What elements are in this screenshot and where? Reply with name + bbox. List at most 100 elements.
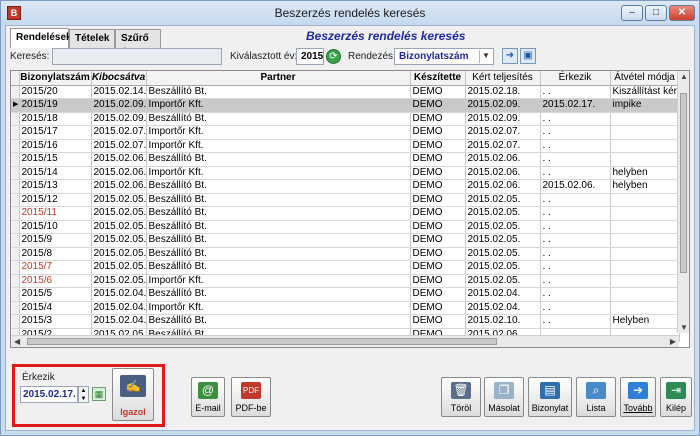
cell-atvetel-modja xyxy=(610,152,680,167)
row-indicator[interactable] xyxy=(11,112,20,126)
row-indicator[interactable] xyxy=(11,314,20,329)
spin-up-icon[interactable]: ▲ xyxy=(79,387,88,395)
cell-keszitette: DEMO xyxy=(410,179,466,194)
table-row[interactable]: 2015/17 2015.02.07. Importőr Kft. DEMO 2015.… xyxy=(11,125,680,140)
table-body: 2015/20 2015.02.14. Beszállító Bt. DEMO 2015… xyxy=(11,85,680,342)
scroll-right-icon[interactable]: ▶ xyxy=(670,337,676,346)
row-indicator[interactable] xyxy=(11,193,20,207)
column-header-atvetel-modja[interactable]: Átvétel módja xyxy=(610,71,680,86)
cell-kert-teljesites: 2015.02.05. xyxy=(465,260,541,275)
window-title: Beszerzés rendelés keresés xyxy=(274,6,426,20)
table-row[interactable]: 2015/11 2015.02.05. Beszállító Bt. DEMO 2015… xyxy=(11,206,680,221)
search-input[interactable] xyxy=(52,48,222,65)
row-indicator[interactable] xyxy=(11,301,20,315)
vertical-scroll-thumb[interactable] xyxy=(680,93,687,273)
table-row[interactable]: 2015/3 2015.02.04. Beszállító Bt. DEMO 2015.… xyxy=(11,314,680,329)
confirm-button[interactable]: ✍ Igazol xyxy=(112,368,154,421)
document-button[interactable]: ▤ Bizonylat xyxy=(528,377,572,417)
forward-button[interactable]: ➜ Tovább xyxy=(620,377,656,417)
close-button[interactable]: ✕ xyxy=(669,5,695,21)
row-indicator[interactable] xyxy=(11,85,20,99)
copy-button[interactable]: ❐ Másolat xyxy=(484,377,524,417)
table-row[interactable]: 2015/20 2015.02.14. Beszállító Bt. DEMO 2015… xyxy=(11,85,680,99)
delete-button[interactable]: 🗑 Töröl xyxy=(441,377,481,417)
pen-signature-icon: ✍ xyxy=(120,375,146,397)
scroll-down-icon[interactable]: ▼ xyxy=(680,323,688,332)
cell-bizonylatszam: 2015/18 xyxy=(19,112,92,126)
table-row[interactable]: 2015/15 2015.02.06. Beszállító Bt. DEMO 2015… xyxy=(11,152,680,167)
scroll-left-icon[interactable]: ◀ xyxy=(14,337,20,346)
column-header-kibocsatva[interactable]: Kibocsátva xyxy=(91,71,147,86)
cell-partner: Importőr Kft. xyxy=(146,125,411,140)
table-row[interactable]: 2015/18 2015.02.09. Beszállító Bt. DEMO 2015… xyxy=(11,112,680,126)
table-row[interactable]: 2015/6 2015.02.05. Importőr Kft. DEMO 2015.0… xyxy=(11,274,680,288)
maximize-button[interactable]: □ xyxy=(645,5,667,21)
row-indicator[interactable] xyxy=(11,260,20,275)
vertical-scrollbar[interactable]: ▲ ▼ xyxy=(677,71,689,333)
row-indicator[interactable] xyxy=(11,247,20,261)
sort-label: Rendezés: xyxy=(348,51,396,62)
row-indicator[interactable] xyxy=(11,125,20,140)
table-row[interactable]: ▶ 2015/19 2015.02.09. Importőr Kft. DEMO 2015… xyxy=(11,98,680,113)
exit-button[interactable]: ⇥ Kilép xyxy=(660,377,692,417)
minimize-button[interactable]: – xyxy=(621,5,643,21)
tab-rendelesek[interactable]: Rendelések xyxy=(10,28,72,48)
table-row[interactable]: 2015/5 2015.02.04. Beszállító Bt. DEMO 2015.… xyxy=(11,287,680,302)
horizontal-scrollbar[interactable]: ◀ ▶ xyxy=(11,335,679,347)
export-arrow-icon[interactable]: ➜ xyxy=(502,48,518,64)
cell-kibocsatva: 2015.02.05. xyxy=(91,233,147,248)
cell-kibocsatva: 2015.02.06. xyxy=(91,166,147,180)
cell-bizonylatszam: 2015/16 xyxy=(19,139,92,153)
row-indicator[interactable] xyxy=(11,179,20,194)
spin-down-icon[interactable]: ▼ xyxy=(79,395,88,403)
row-indicator[interactable] xyxy=(11,287,20,302)
table-row[interactable]: 2015/14 2015.02.06. Importőr Kft. DEMO 2015.… xyxy=(11,166,680,180)
cell-bizonylatszam: 2015/12 xyxy=(19,193,92,207)
calendar-icon[interactable]: ▦ xyxy=(92,387,106,401)
tab-szuro[interactable]: Szűrő ♁ xyxy=(115,29,161,55)
list-button[interactable]: ⌕ Lista xyxy=(576,377,616,417)
year-field[interactable]: 2015 xyxy=(296,48,324,65)
table-row[interactable]: 2015/13 2015.02.06. Beszállító Bt. DEMO 2015… xyxy=(11,179,680,194)
column-header-kert-teljesites[interactable]: Kért teljesítés xyxy=(465,71,541,86)
cell-kibocsatva: 2015.02.06. xyxy=(91,179,147,194)
row-indicator[interactable] xyxy=(11,166,20,180)
row-indicator[interactable] xyxy=(11,220,20,234)
monitor-icon[interactable]: ▣ xyxy=(520,48,536,64)
table-row[interactable]: 2015/12 2015.02.05. Beszállító Bt. DEMO 2015… xyxy=(11,193,680,207)
row-indicator[interactable] xyxy=(11,206,20,221)
row-indicator[interactable]: ▶ xyxy=(11,98,20,113)
table-row[interactable]: 2015/8 2015.02.05. Beszállító Bt. DEMO 2015.… xyxy=(11,247,680,261)
row-indicator[interactable] xyxy=(11,274,20,288)
table-row[interactable]: 2015/16 2015.02.07. Importőr Kft. DEMO 2015.… xyxy=(11,139,680,153)
cell-partner: Beszállító Bt. xyxy=(146,220,411,234)
row-indicator[interactable] xyxy=(11,152,20,167)
refresh-icon[interactable]: ⟳ xyxy=(326,49,341,64)
pdf-button[interactable]: PDF PDF-be xyxy=(231,377,271,417)
main-window: B Beszerzés rendelés keresés – □ ✕ Rende… xyxy=(0,0,700,436)
tab-tetelek[interactable]: Tételek xyxy=(69,29,115,48)
sort-select[interactable]: Bizonylatszám ▼ xyxy=(394,48,494,65)
title-bar: B Beszerzés rendelés keresés – □ ✕ xyxy=(1,1,699,25)
row-indicator[interactable] xyxy=(11,233,20,248)
cell-atvetel-modja xyxy=(610,125,680,140)
cell-bizonylatszam: 2015/14 xyxy=(19,166,92,180)
column-header-partner[interactable]: Partner xyxy=(146,71,411,86)
table-row[interactable]: 2015/7 2015.02.05. Beszállító Bt. DEMO 2015.… xyxy=(11,260,680,275)
table-row[interactable]: 2015/4 2015.02.04. Importőr Kft. DEMO 2015.0… xyxy=(11,301,680,315)
chevron-down-icon[interactable]: ▼ xyxy=(479,50,492,63)
cell-kert-teljesites: 2015.02.06. xyxy=(465,152,541,167)
date-spinner[interactable]: ▲ ▼ xyxy=(78,386,89,403)
exit-button-label: Kilép xyxy=(665,403,686,413)
scroll-up-icon[interactable]: ▲ xyxy=(680,72,688,81)
row-indicator[interactable] xyxy=(11,139,20,153)
column-header-bizonylatszam[interactable]: Bizonylatszám xyxy=(19,71,92,86)
arrival-date-field[interactable]: 2015.02.17. xyxy=(20,386,78,403)
horizontal-scroll-thumb[interactable] xyxy=(27,338,497,345)
table-row[interactable]: 2015/10 2015.02.05. Beszállító Bt. DEMO 2015… xyxy=(11,220,680,234)
email-button[interactable]: @ E-mail xyxy=(191,377,225,417)
table-row[interactable]: 2015/9 2015.02.05. Beszállító Bt. DEMO 2015.… xyxy=(11,233,680,248)
column-header-keszitette[interactable]: Készítette xyxy=(410,71,466,86)
column-header-erkezik[interactable]: Érkezik xyxy=(540,71,611,86)
orders-grid[interactable]: Bizonylatszám Kibocsátva Partner Készíte… xyxy=(10,70,690,348)
